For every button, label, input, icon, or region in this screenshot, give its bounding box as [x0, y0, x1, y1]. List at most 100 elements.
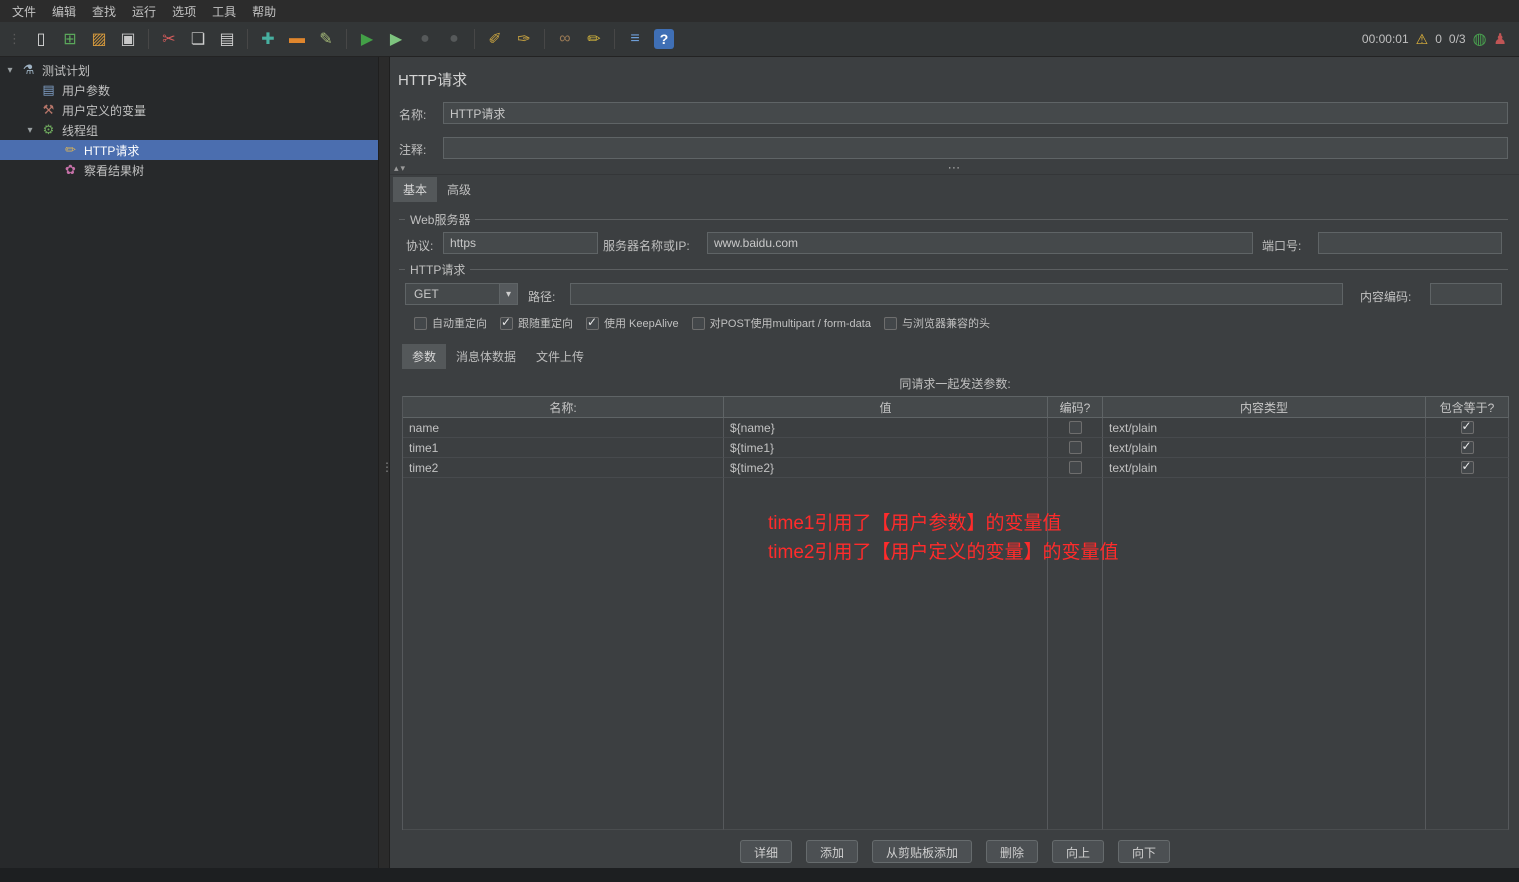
templates-icon[interactable]: ⊞	[57, 26, 83, 52]
path-label: 路径:	[528, 290, 556, 304]
encode-checkbox[interactable]	[1068, 441, 1082, 454]
option-browser-compatible-headers[interactable]: 与浏览器兼容的头	[883, 315, 990, 331]
add-from-clipboard-button[interactable]: 从剪贴板添加	[871, 840, 972, 863]
column-header-value[interactable]: 值	[724, 396, 1048, 418]
cut-icon[interactable]: ✂	[156, 26, 182, 52]
warning-icon[interactable]: ⚠	[1416, 31, 1429, 48]
cell-value[interactable]: ${time2}	[724, 458, 1048, 478]
follow-redirect-checkbox[interactable]	[500, 316, 513, 330]
cell-value[interactable]: ${time1}	[724, 438, 1048, 458]
tab-body-data[interactable]: 消息体数据	[446, 344, 526, 369]
tree-item-http-request[interactable]: ✏ HTTP请求	[0, 140, 378, 160]
tree-item-label: 用户定义的变量	[62, 103, 147, 118]
name-input[interactable]	[443, 102, 1508, 124]
browser-headers-checkbox[interactable]	[883, 316, 897, 330]
chevron-down-icon[interactable]: ▾	[499, 284, 517, 304]
cell-value[interactable]: ${name}	[724, 418, 1048, 438]
tree-item-test-plan[interactable]: ▾ ⚗ 测试计划	[0, 60, 378, 80]
keepalive-checkbox[interactable]	[586, 316, 599, 330]
option-follow-redirect[interactable]: 跟随重定向	[500, 315, 573, 331]
tree-item-user-defined-variables[interactable]: ⚒ 用户定义的变量	[0, 100, 378, 120]
copy-icon[interactable]: ❏	[185, 26, 211, 52]
comment-input[interactable]	[443, 137, 1508, 159]
splitter-arrows-icon[interactable]: ▴▾	[394, 163, 407, 174]
stop-icon[interactable]: ●	[412, 26, 438, 52]
include-equals-checkbox[interactable]	[1460, 460, 1474, 474]
include-equals-checkbox[interactable]	[1460, 420, 1474, 434]
users-icon[interactable]: ♟	[1494, 30, 1507, 48]
view-results-tree-icon: ✿	[65, 162, 76, 177]
column-header-include-equals[interactable]: 包含等于?	[1426, 396, 1509, 418]
detail-button[interactable]: 详细	[739, 840, 792, 863]
tab-advanced[interactable]: 高级	[437, 177, 481, 202]
add-icon[interactable]: ✚	[255, 26, 281, 52]
menu-tools[interactable]: 工具	[204, 0, 244, 23]
tree-item-view-results-tree[interactable]: ✿ 察看结果树	[0, 160, 378, 180]
clear-icon[interactable]: ✐	[482, 26, 508, 52]
pane-splitter[interactable]: ▴▾ ⋯	[390, 160, 1519, 176]
cell-content-type[interactable]: text/plain	[1103, 418, 1426, 438]
toggle-icon[interactable]: ✎	[313, 26, 339, 52]
menu-file[interactable]: 文件	[4, 0, 44, 23]
cell-content-type[interactable]: text/plain	[1103, 458, 1426, 478]
menu-options[interactable]: 选项	[164, 0, 204, 23]
start-icon[interactable]: ▶	[354, 26, 380, 52]
cell-name[interactable]: time2	[403, 458, 724, 478]
help-icon[interactable]: ?	[654, 29, 674, 49]
menu-search[interactable]: 查找	[84, 0, 124, 23]
start-no-pauses-icon[interactable]: ▶	[383, 26, 409, 52]
tree-item-user-parameters[interactable]: ▤ 用户参数	[0, 80, 378, 100]
table-empty-area[interactable]	[403, 478, 724, 830]
tab-parameters[interactable]: 参数	[402, 344, 447, 369]
menu-help[interactable]: 帮助	[244, 0, 284, 23]
splitter-handle-icon[interactable]: ⋯	[948, 160, 962, 176]
encode-checkbox[interactable]	[1068, 421, 1082, 434]
remote-start-icon[interactable]: ◍	[1473, 29, 1487, 49]
cell-name[interactable]: name	[403, 418, 724, 438]
add-button[interactable]: 添加	[805, 840, 858, 863]
path-input[interactable]	[570, 283, 1343, 305]
reset-search-icon[interactable]: ✏	[581, 26, 607, 52]
toolbar-grip-icon[interactable]: ⋮	[8, 31, 21, 47]
delete-button[interactable]: 删除	[986, 840, 1039, 863]
cell-name[interactable]: time1	[403, 438, 724, 458]
option-multipart[interactable]: 对POST使用multipart / form-data	[691, 315, 871, 331]
method-dropdown[interactable]: GET ▾	[405, 283, 518, 305]
port-input[interactable]	[1318, 232, 1502, 254]
protocol-input[interactable]	[443, 232, 598, 254]
panel-divider[interactable]: ⋮	[378, 57, 393, 868]
function-helper-icon[interactable]: ≡	[622, 26, 648, 52]
search-icon[interactable]: ∞	[552, 26, 578, 52]
expander-icon[interactable]: ▾	[5, 65, 15, 76]
open-file-icon[interactable]: ▨	[86, 26, 112, 52]
paste-icon[interactable]: ▤	[214, 26, 240, 52]
menu-edit[interactable]: 编辑	[44, 0, 84, 23]
shutdown-icon[interactable]: ●	[441, 26, 467, 52]
expander-icon[interactable]: ▾	[25, 125, 35, 136]
new-file-icon[interactable]: ▯	[28, 26, 54, 52]
content-encoding-input[interactable]	[1430, 283, 1502, 305]
clear-all-icon[interactable]: ✑	[511, 26, 537, 52]
tab-files-upload[interactable]: 文件上传	[526, 344, 594, 369]
table-empty-area[interactable]	[1426, 478, 1509, 830]
include-equals-checkbox[interactable]	[1460, 440, 1474, 454]
server-input[interactable]	[707, 232, 1253, 254]
remove-icon[interactable]: ▬	[284, 26, 310, 52]
tree-item-thread-group[interactable]: ▾ ⚙ 线程组	[0, 120, 378, 140]
down-button[interactable]: 向下	[1118, 840, 1171, 863]
column-header-content-type[interactable]: 内容类型	[1103, 396, 1426, 418]
option-follow-auto-redirect[interactable]: 自动重定向	[414, 315, 487, 331]
table-empty-area[interactable]	[1103, 478, 1426, 830]
cell-content-type[interactable]: text/plain	[1103, 438, 1426, 458]
column-header-name[interactable]: 名称:	[403, 396, 724, 418]
encode-checkbox[interactable]	[1068, 461, 1082, 474]
auto-redirect-checkbox[interactable]	[414, 316, 427, 330]
option-keepalive[interactable]: 使用 KeepAlive	[586, 315, 679, 331]
multipart-checkbox[interactable]	[691, 316, 705, 330]
up-button[interactable]: 向上	[1052, 840, 1105, 863]
menu-run[interactable]: 运行	[124, 0, 164, 23]
save-icon[interactable]: ▣	[115, 26, 141, 52]
tab-basic[interactable]: 基本	[393, 177, 438, 202]
option-label: 与浏览器兼容的头	[901, 318, 990, 330]
column-header-encode[interactable]: 编码?	[1048, 396, 1103, 418]
